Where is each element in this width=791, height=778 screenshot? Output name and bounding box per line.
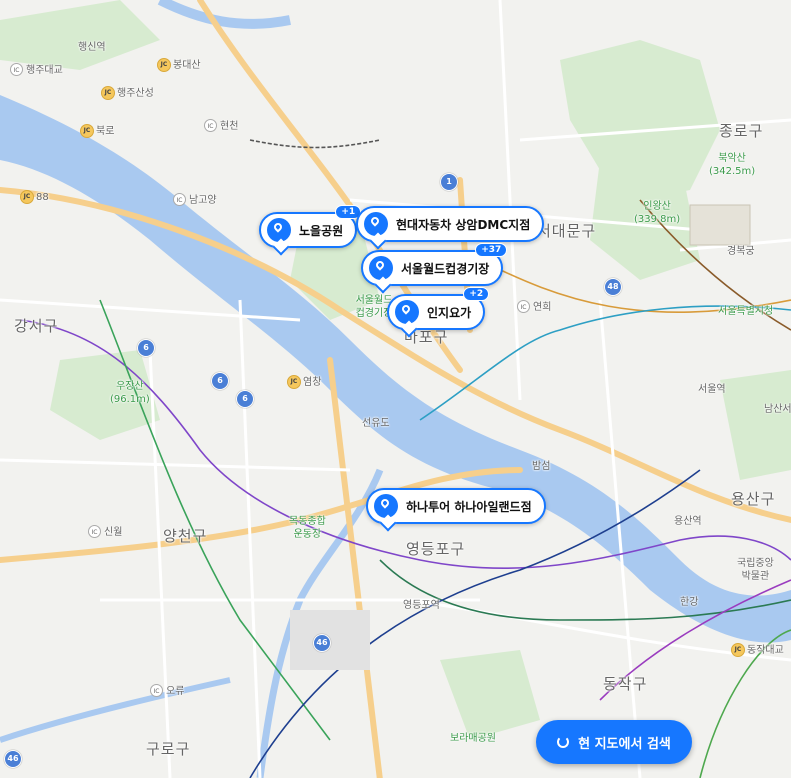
inwangsan-label: 인왕산 (339.8m) xyxy=(634,201,681,225)
dongjak-daegyo-label: 동작대교 xyxy=(747,645,784,656)
location-pin-icon xyxy=(369,256,393,280)
location-pin-icon xyxy=(364,212,388,236)
yongsan-station-label: 용산역 xyxy=(674,516,702,527)
bugaksan-label: 북악산 (342.5m) xyxy=(709,153,756,177)
search-this-area-label: 현 지도에서 검색 xyxy=(578,736,671,752)
place-marker[interactable]: 서울월드컵경기장 +37 xyxy=(361,243,508,286)
dongjak-label: 동작구 xyxy=(603,675,648,693)
namgoyang-label: 남고양 xyxy=(189,195,217,206)
route-shield-icon: 46 xyxy=(313,634,331,652)
place-marker[interactable]: 하나투어 하나아일랜드점 xyxy=(366,488,546,524)
ic-icon: IC xyxy=(204,119,217,132)
ic-icon: IC xyxy=(10,63,23,76)
route-shield-icon: 6 xyxy=(137,339,155,357)
place-marker[interactable]: 현대자동차 상암DMC지점 xyxy=(356,206,545,242)
map-canvas[interactable]: 행신역 IC 행주대교 JC 봉대산 JC 행주산성 JC 북로 IC 현천 J… xyxy=(0,0,791,778)
yongsan-label: 용산구 xyxy=(731,490,776,508)
marker-label: 하나투어 하나아일랜드점 xyxy=(406,499,532,514)
marker-label: 현대자동차 상암DMC지점 xyxy=(396,217,531,232)
jc-icon: JC xyxy=(80,124,94,138)
marker-label: 인지요가 xyxy=(427,305,472,320)
jc-icon: JC xyxy=(287,375,301,389)
haengsin-station-label: 행신역 xyxy=(78,42,106,53)
park-areas xyxy=(0,0,791,740)
jc-icon: JC xyxy=(157,58,171,72)
location-pin-icon xyxy=(267,218,291,242)
yeomchang-label: 염창 xyxy=(303,377,322,388)
yeongdeungpo-station-label: 영등포역 xyxy=(403,600,440,611)
ic-icon: IC xyxy=(173,193,186,206)
route-shield-icon: 46 xyxy=(4,750,22,768)
place-marker[interactable]: 인지요가 +2 xyxy=(387,287,490,330)
seoul-station-label: 서울역 xyxy=(698,384,726,395)
boramae-label: 보라매공원 xyxy=(450,733,496,744)
jc-icon: JC xyxy=(20,190,34,204)
route-shield-icon: 48 xyxy=(604,278,622,296)
haengju-sanseong-label: 행주산성 xyxy=(117,88,154,99)
route-shield-icon: 6 xyxy=(236,390,254,408)
national-museum-label: 국립중앙 박물관 xyxy=(737,558,774,582)
bamseom-label: 밤섬 xyxy=(532,461,551,472)
seodaemun-label: 서대문구 xyxy=(537,222,597,240)
mokdong-label: 목동종합 운동장 xyxy=(289,516,326,540)
haengju-daegyo-label: 행주대교 xyxy=(26,65,63,76)
route-shield-icon: 1 xyxy=(440,173,458,191)
city-hall-label: 서울특별시청 xyxy=(718,306,774,317)
gyeongbokgung-label: 경복궁 xyxy=(727,246,755,257)
cluster-count-badge: +37 xyxy=(475,243,508,257)
guro-label: 구로구 xyxy=(146,740,191,758)
sinwol-label: 신월 xyxy=(104,527,123,538)
gangseo-label: 강서구 xyxy=(14,317,59,335)
ic-icon: IC xyxy=(517,300,530,313)
bungno-label: 북로 xyxy=(96,126,115,137)
hangang-label: 한강 xyxy=(680,597,699,608)
refresh-icon xyxy=(557,736,570,748)
marker-label: 서울월드컵경기장 xyxy=(401,261,490,276)
jc-icon: JC xyxy=(101,86,115,100)
seonyudo-label: 선유도 xyxy=(362,418,390,429)
ic-icon: IC xyxy=(88,525,101,538)
marker-label: 노을공원 xyxy=(299,223,344,238)
cluster-count-badge: +2 xyxy=(463,287,490,301)
location-pin-icon xyxy=(374,494,398,518)
yeongdeungpo-label: 영등포구 xyxy=(406,540,466,558)
bonghwasan-label: 봉대산 xyxy=(173,60,201,71)
place-marker[interactable]: 노을공원 +1 xyxy=(259,205,362,248)
location-pin-icon xyxy=(395,300,419,324)
hyeoncheon-label: 현천 xyxy=(220,121,239,132)
ujangsan-label: 우장산 (96.1m) xyxy=(110,381,150,405)
namsan-label: 남산서 xyxy=(764,404,791,415)
route-shield-icon: 6 xyxy=(211,372,229,390)
jongno-label: 종로구 xyxy=(719,122,764,140)
search-this-area-button[interactable]: 현 지도에서 검색 xyxy=(536,720,692,764)
yangcheon-label: 양천구 xyxy=(163,527,208,545)
jc-88-label: 88 xyxy=(36,192,49,203)
ic-icon: IC xyxy=(150,684,163,697)
yeonhui-label: 연희 xyxy=(533,302,552,313)
ori-label: 오류 xyxy=(166,686,185,697)
jc-icon: JC xyxy=(731,643,745,657)
